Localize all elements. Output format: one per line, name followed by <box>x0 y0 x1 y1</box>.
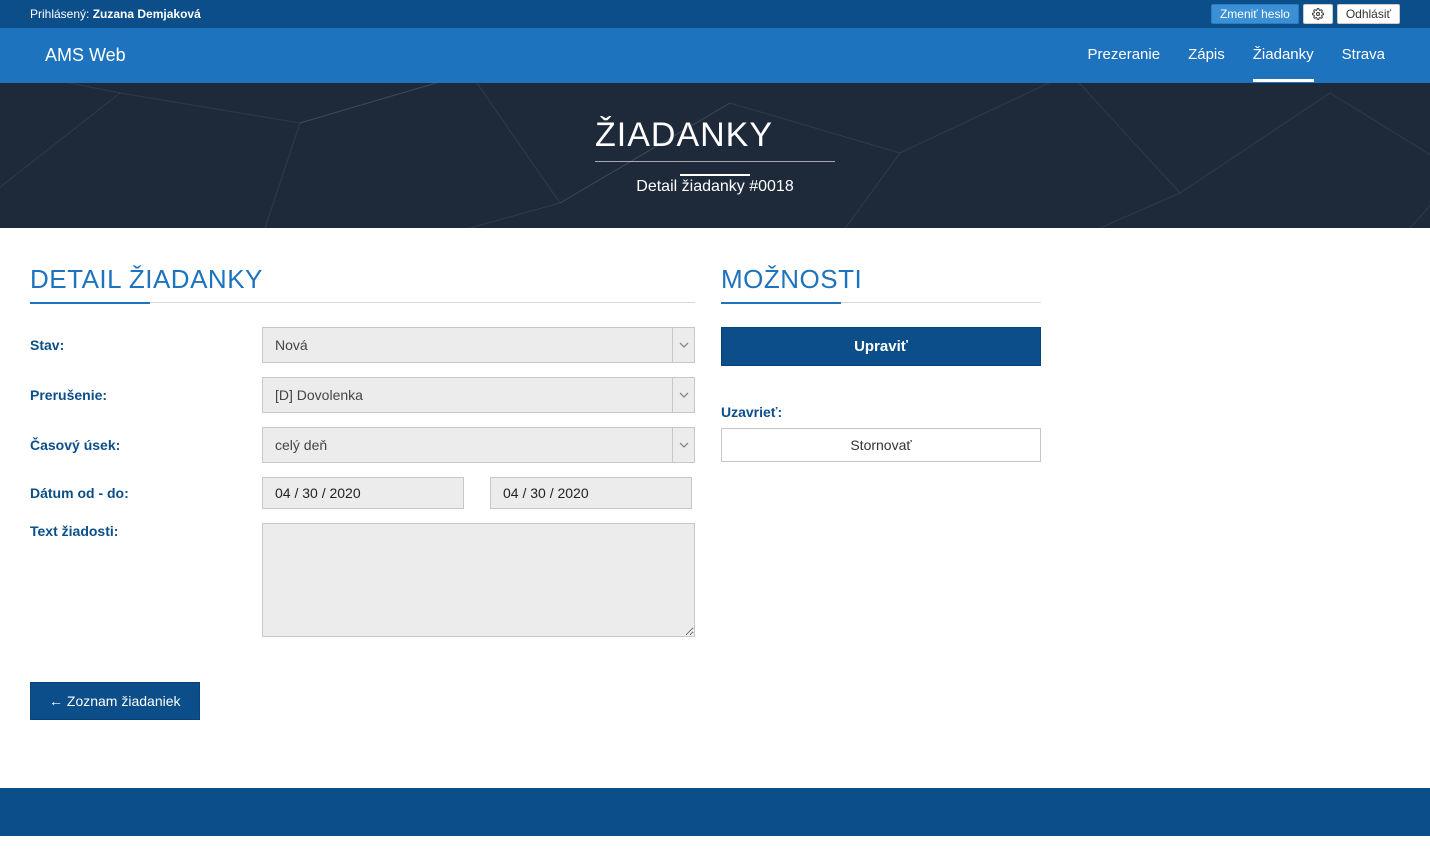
label-prerusenie: Prerušenie: <box>30 387 262 403</box>
logout-label: Odhlásiť <box>1346 7 1391 21</box>
select-casovy[interactable]: celý deň <box>262 427 695 463</box>
row-text: Text žiadosti: <box>30 523 695 640</box>
settings-button[interactable] <box>1303 4 1333 24</box>
top-bar-actions: Zmeniť heslo Odhlásiť <box>1211 4 1400 24</box>
hero: ŽIADANKY Detail žiadanky #0018 <box>0 83 1430 228</box>
edit-button[interactable]: Upraviť <box>721 327 1041 366</box>
change-password-label: Zmeniť heslo <box>1220 7 1290 21</box>
brand[interactable]: AMS Web <box>45 45 126 66</box>
detail-column: DETAIL ŽIADANKY Stav: Nová Prerušenie: [… <box>30 264 695 748</box>
page-title-text: ŽIADANKY <box>595 116 773 154</box>
input-datum-do[interactable] <box>490 477 692 509</box>
select-stav[interactable]: Nová <box>262 327 695 363</box>
nav-item-strava[interactable]: Strava <box>1342 30 1385 82</box>
row-prerusenie: Prerušenie: [D] Dovolenka <box>30 377 695 413</box>
options-column: MOŽNOSTI Upraviť Uzavrieť: Stornovať <box>721 264 1041 748</box>
row-datum: Dátum od - do: <box>30 477 695 509</box>
login-info: Prihlásený: Zuzana Demjaková <box>30 7 201 21</box>
footer <box>0 788 1430 836</box>
chevron-down-icon <box>672 428 694 462</box>
change-password-button[interactable]: Zmeniť heslo <box>1211 4 1299 24</box>
cancel-button[interactable]: Stornovať <box>721 428 1041 462</box>
gear-icon <box>1312 8 1324 20</box>
user-name: Zuzana Demjaková <box>93 7 201 21</box>
label-datum: Dátum od - do: <box>30 485 262 501</box>
input-datum-od[interactable] <box>262 477 464 509</box>
row-stav: Stav: Nová <box>30 327 695 363</box>
select-stav-value: Nová <box>275 337 308 353</box>
title-underline <box>680 174 750 176</box>
nav-item-ziadanky[interactable]: Žiadanky <box>1253 30 1314 82</box>
options-section-title: MOŽNOSTI <box>721 264 1041 303</box>
row-casovy: Časový úsek: celý deň <box>30 427 695 463</box>
page-title: ŽIADANKY <box>595 116 835 168</box>
close-label: Uzavrieť: <box>721 404 1041 420</box>
label-casovy: Časový úsek: <box>30 437 262 453</box>
back-to-list-button[interactable]: ← Zoznam žiadaniek <box>30 682 200 720</box>
select-prerusenie[interactable]: [D] Dovolenka <box>262 377 695 413</box>
logout-button[interactable]: Odhlásiť <box>1337 4 1400 24</box>
chevron-down-icon <box>672 328 694 362</box>
nav-links: Prezeranie Zápis Žiadanky Strava <box>1088 30 1385 82</box>
label-text: Text žiadosti: <box>30 523 262 539</box>
page-subtitle: Detail žiadanky #0018 <box>636 178 793 196</box>
logged-in-label: Prihlásený: <box>30 7 89 21</box>
chevron-down-icon <box>672 378 694 412</box>
content: DETAIL ŽIADANKY Stav: Nová Prerušenie: [… <box>0 228 1430 748</box>
select-casovy-value: celý deň <box>275 437 327 453</box>
detail-section-title: DETAIL ŽIADANKY <box>30 264 695 303</box>
nav-item-zapis[interactable]: Zápis <box>1188 30 1225 82</box>
nav-item-prezeranie[interactable]: Prezeranie <box>1088 30 1161 82</box>
main-nav: AMS Web Prezeranie Zápis Žiadanky Strava <box>0 28 1430 83</box>
select-prerusenie-value: [D] Dovolenka <box>275 387 363 403</box>
label-stav: Stav: <box>30 337 262 353</box>
textarea-ziadost[interactable] <box>262 523 695 637</box>
top-bar: Prihlásený: Zuzana Demjaková Zmeniť hesl… <box>0 0 1430 28</box>
